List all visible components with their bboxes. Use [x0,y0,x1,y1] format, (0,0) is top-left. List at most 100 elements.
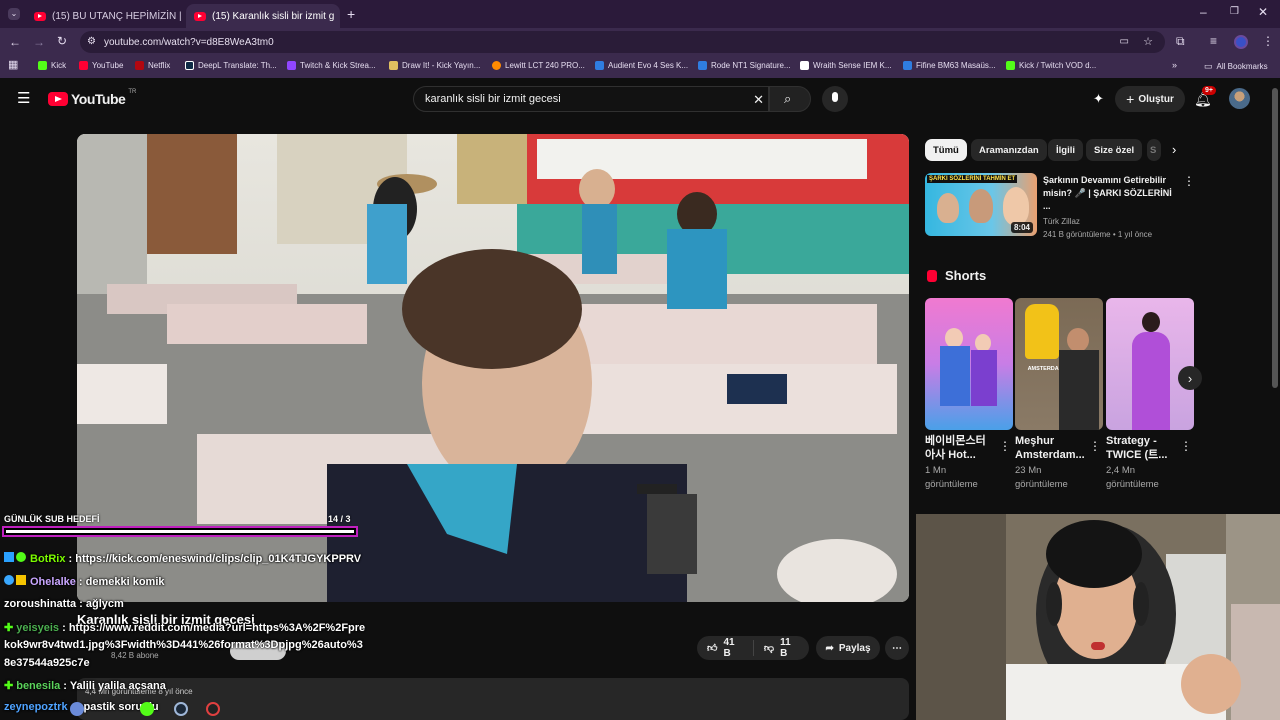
kick-icon [38,61,47,70]
kick-icon [1006,61,1015,70]
youtube-logo[interactable]: YouTube TR [48,89,136,107]
short-item[interactable]: AMSTERDAM PATATESİ Meşhur Amsterdam... 2… [1015,298,1103,492]
recommended-title: Şarkının Devamını Getirebilir misin? 🎤 |… [1043,175,1172,211]
bookmark-star-icon[interactable]: ☆ [1143,35,1153,48]
bookmark-deepl[interactable]: DeepL Translate: Th... [185,61,277,70]
bookmark-rode[interactable]: Rode NT1 Signature... [698,61,791,70]
short-menu-icon[interactable]: ⋮ [1180,440,1192,452]
chips-next-icon[interactable]: › [1172,143,1176,156]
short-title: Strategy - TWICE (트... [1106,435,1168,461]
sub-badge-icon: ✚ [4,680,14,692]
url-text: youtube.com/watch?v=d8E8WeA3tm0 [104,36,274,48]
netflix-icon [135,61,144,70]
premium-icon[interactable]: ✦ [1093,92,1104,105]
short-menu-icon[interactable]: ⋮ [1089,440,1101,452]
close-window-icon[interactable]: ✕ [1258,6,1268,18]
obs-icon[interactable] [206,702,220,716]
address-bar[interactable]: ⚙ youtube.com/watch?v=d8E8WeA3tm0 ▭ ☆ [80,31,1165,53]
back-icon[interactable]: ← [9,36,21,48]
forward-icon[interactable]: → [33,36,45,48]
all-bookmarks[interactable]: ▭ All Bookmarks [1204,61,1268,72]
bookmark-lewitt[interactable]: Lewitt LCT 240 PRO... [492,61,585,70]
tab-search-icon[interactable]: ⌄ [8,8,20,20]
chip-from-search[interactable]: Aramanızdan [971,139,1047,161]
thumbnail-text: ŞARKI SÖZLERİNİ TAHMİN ET [927,175,1018,183]
chat-text: Yalili yalila açsana [69,680,166,692]
chat-message: ✚ benesila : Yalili yalila açsana [4,680,166,692]
youtube-logo-icon [48,92,68,106]
browser-tab-active[interactable]: (15) Karanlık sisli bir izmit g 🔊 ✕ [186,4,340,28]
cast-icon[interactable]: ▭ [1120,36,1129,47]
duration-badge: 8:04 [1010,222,1033,233]
new-tab-icon[interactable]: + [347,7,355,21]
microphone-icon [832,92,838,102]
menu-dots-icon[interactable]: ⋮ [1262,35,1274,47]
youtube-icon [79,61,88,70]
chat-message: zoroushinatta : ağlycm [4,598,124,610]
browser-tab[interactable]: (15) BU UTANÇ HEPİMİZİN | Ma ✕ [26,4,184,28]
recommended-menu-icon[interactable]: ⋮ [1183,175,1195,187]
shorts-next-button[interactable]: › [1178,366,1202,390]
share-button[interactable]: ➦ Paylaş [816,636,880,660]
recommended-video[interactable]: ŞARKI SÖZLERİNİ TAHMİN ET 8:04 Şarkının … [925,173,1195,239]
badge-icon [4,575,14,585]
app-icon[interactable] [70,702,84,716]
bookmark-kick[interactable]: Kick [38,61,66,70]
thumbs-up-icon: 👍︎ [707,643,718,654]
bookmark-wraith[interactable]: Wraith Sense IEM K... [800,61,892,70]
chip-all[interactable]: Tümü [925,139,967,161]
dislike-button[interactable]: 👎︎ 11 B [754,637,809,659]
webcam-frame [916,514,1280,720]
bookmark-kick-twitch-vod[interactable]: Kick / Twitch VOD d... [1006,61,1096,70]
bookmark-audient[interactable]: Audient Evo 4 Ses K... [595,61,688,70]
drawit-icon [389,61,398,70]
notifications-button[interactable]: 🔔︎ 9+ [1194,86,1216,109]
like-button[interactable]: 👍︎ 41 B [697,637,754,659]
search-button[interactable]: ⌕ [769,86,811,112]
sub-badge-icon: ✚ [4,622,14,634]
chat-text: https://kick.com/eneswind/clips/clip_01K… [75,553,362,565]
extensions-icon[interactable]: ⧉ [1176,35,1185,47]
page-scrollbar[interactable] [1272,88,1278,388]
notification-badge: 9+ [1202,86,1216,95]
amazon-icon [492,61,501,70]
chip-for-you[interactable]: Size özel [1086,139,1143,161]
clear-search-icon[interactable]: ✕ [753,92,764,108]
minimize-icon[interactable]: – [1200,6,1207,18]
bookmark-twitch-kick[interactable]: Twitch & Kick Strea... [287,61,376,70]
search-icon: ⌕ [784,91,792,106]
reload-icon[interactable]: ↻ [57,35,67,47]
bookmark-fifine[interactable]: Fifine BM63 Masaüs... [903,61,996,70]
more-actions-button[interactable]: ⋯ [885,636,909,660]
plus-icon: + [1126,91,1135,107]
voice-search-button[interactable] [822,86,848,112]
app-icon[interactable] [140,702,154,716]
steam-icon[interactable] [174,702,188,716]
tab-media-icon[interactable]: ≡ [1210,35,1217,47]
short-menu-icon[interactable]: ⋮ [999,440,1011,452]
chat-text: ağlycm [85,598,124,610]
bookmark-drawit[interactable]: Draw It! - Kick Yayın... [389,61,480,70]
search-input[interactable]: karanlık sisli bir izmit gecesi ✕ [413,86,769,112]
chat-user: Ohelalke [30,576,76,588]
restore-icon[interactable]: ❐ [1230,7,1239,17]
bookmark-youtube[interactable]: YouTube [79,61,123,70]
apps-grid-icon[interactable]: ▦ [8,60,18,71]
tag-icon [903,61,912,70]
short-item[interactable]: 베이비몬스터 아사 Hot... 1 Mn görüntüleme ⋮ [925,298,1013,492]
site-info-icon[interactable]: ⚙ [87,36,96,47]
user-avatar[interactable] [1229,88,1250,109]
sub-goal-progress-bar [2,526,358,537]
bookmark-netflix[interactable]: Netflix [135,61,170,70]
tab-title: (15) BU UTANÇ HEPİMİZİN | Ma [52,10,184,22]
chip-related[interactable]: İlgili [1048,139,1083,161]
short-item[interactable]: Strategy - TWICE (트... 2,4 Mn görüntüleme… [1106,298,1194,492]
create-button[interactable]: + Oluştur [1115,86,1185,112]
chat-user: BotRix [30,553,66,565]
youtube-favicon-icon [194,11,206,21]
chip-more[interactable]: S [1147,139,1161,161]
profile-avatar[interactable] [1234,35,1248,49]
twitch-icon [287,61,296,70]
hamburger-menu-icon[interactable]: ☰ [17,91,30,106]
more-bookmarks-icon[interactable]: » [1172,61,1177,70]
